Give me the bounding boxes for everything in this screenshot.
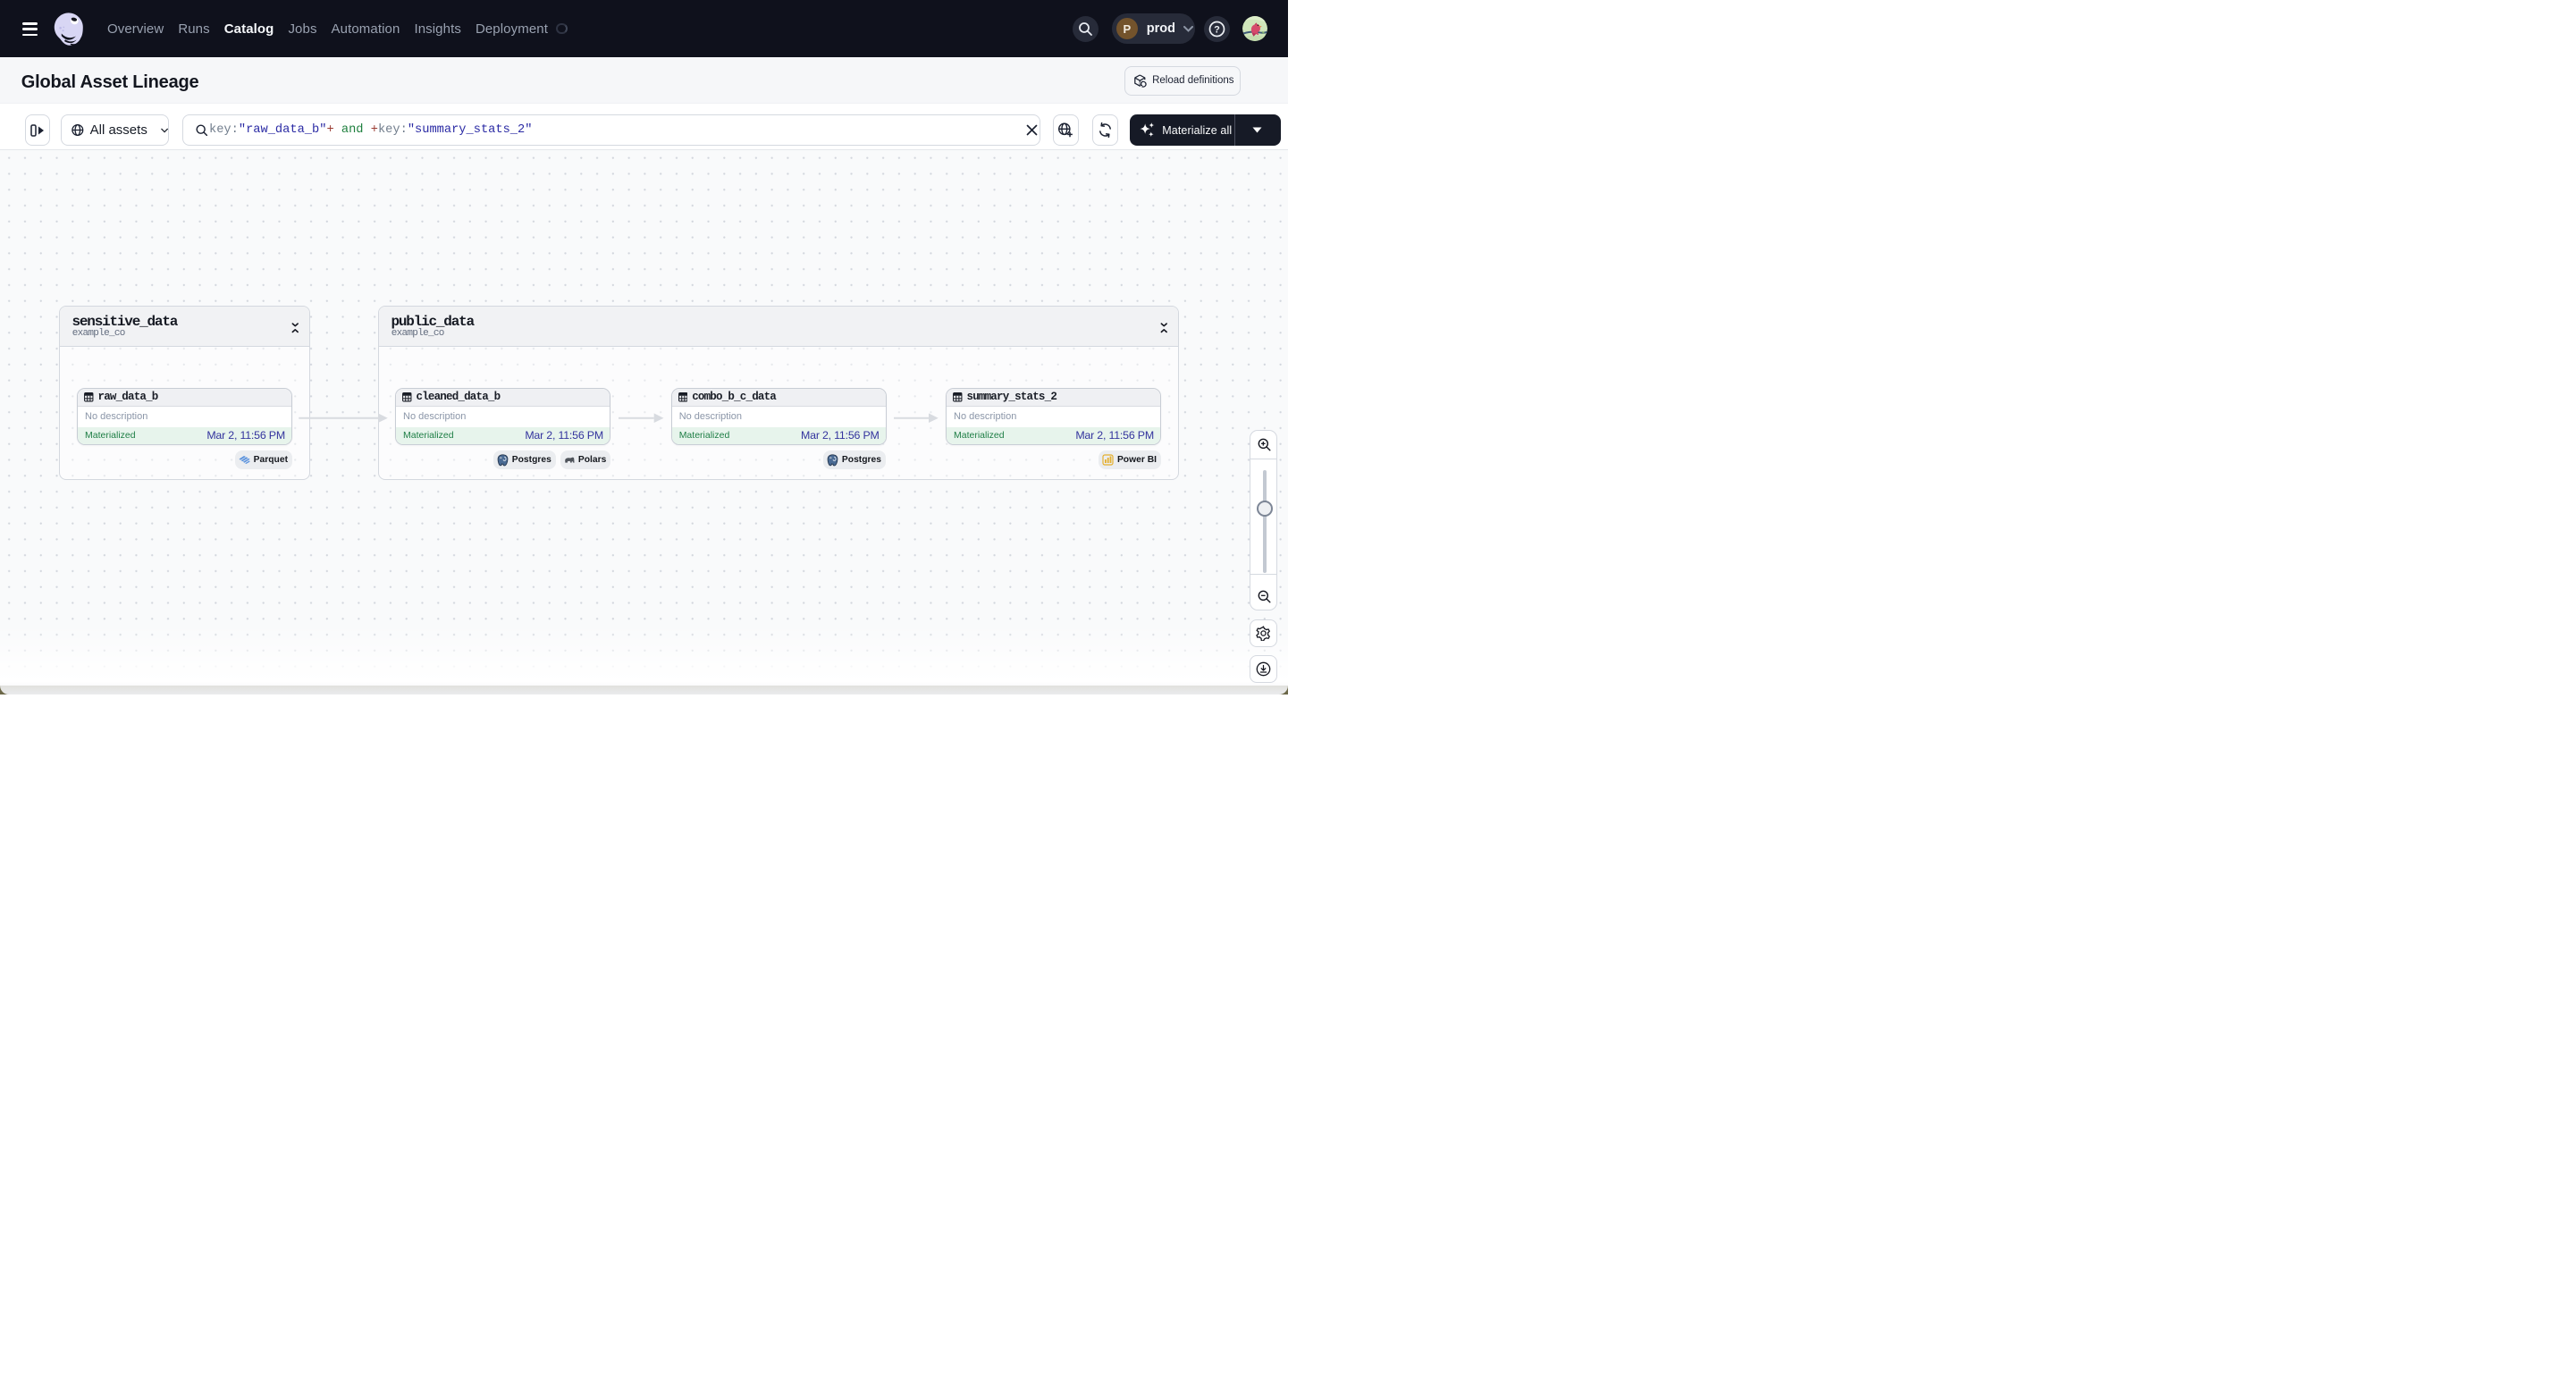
svg-text:?: ? <box>1214 24 1220 35</box>
